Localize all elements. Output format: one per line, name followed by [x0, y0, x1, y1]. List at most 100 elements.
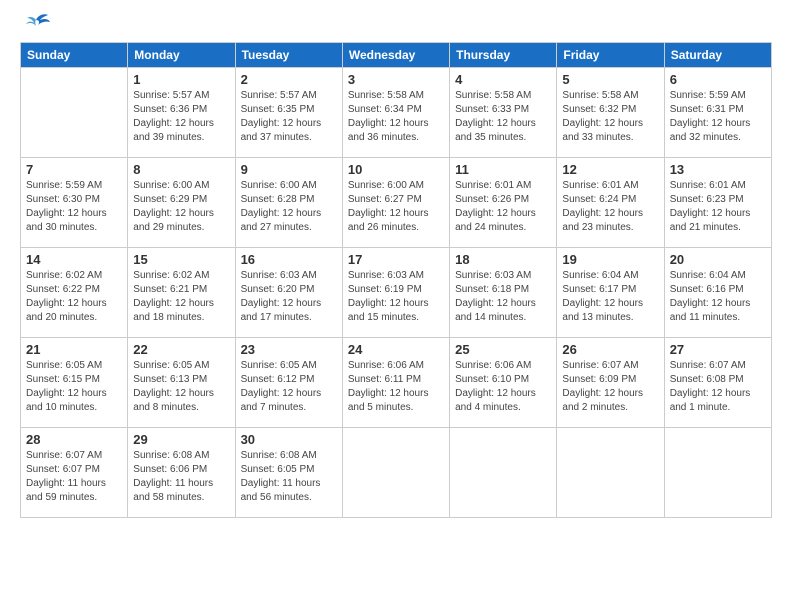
day-info: Sunrise: 6:00 AM Sunset: 6:29 PM Dayligh…: [133, 179, 229, 235]
day-info: Sunrise: 6:04 AM Sunset: 6:16 PM Dayligh…: [670, 269, 766, 325]
day-number: 28: [26, 432, 122, 447]
day-info: Sunrise: 6:06 AM Sunset: 6:11 PM Dayligh…: [348, 359, 444, 415]
day-number: 26: [562, 342, 658, 357]
day-number: 6: [670, 72, 766, 87]
calendar-cell: 1 Sunrise: 5:57 AM Sunset: 6:36 PM Daylig…: [128, 68, 235, 158]
day-info: Sunrise: 6:01 AM Sunset: 6:24 PM Dayligh…: [562, 179, 658, 235]
day-info: Sunrise: 6:05 AM Sunset: 6:13 PM Dayligh…: [133, 359, 229, 415]
calendar-week-row: 14 Sunrise: 6:02 AM Sunset: 6:22 PM Dayli…: [21, 248, 772, 338]
day-number: 4: [455, 72, 551, 87]
calendar-cell: 11 Sunrise: 6:01 AM Sunset: 6:26 PM Dayli…: [450, 158, 557, 248]
day-info: Sunrise: 6:01 AM Sunset: 6:23 PM Dayligh…: [670, 179, 766, 235]
day-number: 7: [26, 162, 122, 177]
day-number: 12: [562, 162, 658, 177]
day-number: 15: [133, 252, 229, 267]
day-info: Sunrise: 6:07 AM Sunset: 6:08 PM Dayligh…: [670, 359, 766, 415]
calendar-cell: 4 Sunrise: 5:58 AM Sunset: 6:33 PM Daylig…: [450, 68, 557, 158]
calendar-cell: 21 Sunrise: 6:05 AM Sunset: 6:15 PM Dayli…: [21, 338, 128, 428]
calendar-cell: 28 Sunrise: 6:07 AM Sunset: 6:07 PM Dayli…: [21, 428, 128, 518]
calendar-cell: 13 Sunrise: 6:01 AM Sunset: 6:23 PM Dayli…: [664, 158, 771, 248]
calendar-week-row: 28 Sunrise: 6:07 AM Sunset: 6:07 PM Dayli…: [21, 428, 772, 518]
day-info: Sunrise: 5:59 AM Sunset: 6:30 PM Dayligh…: [26, 179, 122, 235]
calendar-cell: [557, 428, 664, 518]
calendar-cell: 20 Sunrise: 6:04 AM Sunset: 6:16 PM Dayli…: [664, 248, 771, 338]
day-number: 13: [670, 162, 766, 177]
calendar-cell: 2Sunrise: 5:57 AM Sunset: 6:35 PM Daylig…: [235, 68, 342, 158]
day-info: Sunrise: 5:59 AM Sunset: 6:31 PM Dayligh…: [670, 89, 766, 145]
day-info: Sunrise: 6:05 AM Sunset: 6:12 PM Dayligh…: [241, 359, 337, 415]
calendar-cell: 27 Sunrise: 6:07 AM Sunset: 6:08 PM Dayli…: [664, 338, 771, 428]
day-number: 30: [241, 432, 337, 447]
calendar-cell: 25 Sunrise: 6:06 AM Sunset: 6:10 PM Dayli…: [450, 338, 557, 428]
calendar-cell: 6 Sunrise: 5:59 AM Sunset: 6:31 PM Daylig…: [664, 68, 771, 158]
day-info: Sunrise: 6:04 AM Sunset: 6:17 PM Dayligh…: [562, 269, 658, 325]
day-info: Sunrise: 6:03 AM Sunset: 6:18 PM Dayligh…: [455, 269, 551, 325]
weekday-header-monday: Monday: [128, 43, 235, 68]
day-number: 14: [26, 252, 122, 267]
calendar-cell: 18 Sunrise: 6:03 AM Sunset: 6:18 PM Dayli…: [450, 248, 557, 338]
calendar-week-row: 7 Sunrise: 5:59 AM Sunset: 6:30 PM Daylig…: [21, 158, 772, 248]
calendar-cell: 7 Sunrise: 5:59 AM Sunset: 6:30 PM Daylig…: [21, 158, 128, 248]
day-number: 23: [241, 342, 337, 357]
day-info: Sunrise: 5:58 AM Sunset: 6:33 PM Dayligh…: [455, 89, 551, 145]
day-number: 24: [348, 342, 444, 357]
calendar-cell: 8 Sunrise: 6:00 AM Sunset: 6:29 PM Daylig…: [128, 158, 235, 248]
logo-bird-icon: [22, 12, 50, 32]
calendar-cell: 24 Sunrise: 6:06 AM Sunset: 6:11 PM Dayli…: [342, 338, 449, 428]
day-info: Sunrise: 6:06 AM Sunset: 6:10 PM Dayligh…: [455, 359, 551, 415]
day-number: 17: [348, 252, 444, 267]
day-number: 5: [562, 72, 658, 87]
day-number: 10: [348, 162, 444, 177]
day-number: 20: [670, 252, 766, 267]
day-number: 9: [241, 162, 337, 177]
calendar-cell: 22Sunrise: 6:05 AM Sunset: 6:13 PM Dayli…: [128, 338, 235, 428]
day-number: 19: [562, 252, 658, 267]
calendar-week-row: 1 Sunrise: 5:57 AM Sunset: 6:36 PM Daylig…: [21, 68, 772, 158]
weekday-header-thursday: Thursday: [450, 43, 557, 68]
calendar-cell: 19 Sunrise: 6:04 AM Sunset: 6:17 PM Dayli…: [557, 248, 664, 338]
day-number: 1: [133, 72, 229, 87]
day-number: 29: [133, 432, 229, 447]
day-info: Sunrise: 6:02 AM Sunset: 6:21 PM Dayligh…: [133, 269, 229, 325]
calendar-cell: 29 Sunrise: 6:08 AM Sunset: 6:06 PM Dayli…: [128, 428, 235, 518]
day-info: Sunrise: 6:05 AM Sunset: 6:15 PM Dayligh…: [26, 359, 122, 415]
weekday-header-tuesday: Tuesday: [235, 43, 342, 68]
calendar-cell: [21, 68, 128, 158]
day-info: Sunrise: 6:08 AM Sunset: 6:06 PM Dayligh…: [133, 449, 229, 505]
calendar-cell: 9 Sunrise: 6:00 AM Sunset: 6:28 PM Daylig…: [235, 158, 342, 248]
day-number: 25: [455, 342, 551, 357]
day-info: Sunrise: 6:07 AM Sunset: 6:07 PM Dayligh…: [26, 449, 122, 505]
day-info: Sunrise: 6:00 AM Sunset: 6:27 PM Dayligh…: [348, 179, 444, 235]
day-info: Sunrise: 5:58 AM Sunset: 6:34 PM Dayligh…: [348, 89, 444, 145]
day-info: Sunrise: 6:07 AM Sunset: 6:09 PM Dayligh…: [562, 359, 658, 415]
day-number: 18: [455, 252, 551, 267]
weekday-header-friday: Friday: [557, 43, 664, 68]
day-info: Sunrise: 6:00 AM Sunset: 6:28 PM Dayligh…: [241, 179, 337, 235]
day-info: Sunrise: 6:01 AM Sunset: 6:26 PM Dayligh…: [455, 179, 551, 235]
calendar-cell: 14 Sunrise: 6:02 AM Sunset: 6:22 PM Dayli…: [21, 248, 128, 338]
day-info: Sunrise: 6:08 AM Sunset: 6:05 PM Dayligh…: [241, 449, 337, 505]
day-number: 27: [670, 342, 766, 357]
logo: [20, 20, 50, 32]
day-info: Sunrise: 6:02 AM Sunset: 6:22 PM Dayligh…: [26, 269, 122, 325]
weekday-header-sunday: Sunday: [21, 43, 128, 68]
calendar-cell: 3 Sunrise: 5:58 AM Sunset: 6:34 PM Daylig…: [342, 68, 449, 158]
calendar-cell: [342, 428, 449, 518]
calendar-cell: 30 Sunrise: 6:08 AM Sunset: 6:05 PM Dayli…: [235, 428, 342, 518]
day-number: 11: [455, 162, 551, 177]
day-number: 2: [241, 72, 337, 87]
day-number: 8: [133, 162, 229, 177]
calendar-cell: 23 Sunrise: 6:05 AM Sunset: 6:12 PM Dayli…: [235, 338, 342, 428]
calendar-cell: 15 Sunrise: 6:02 AM Sunset: 6:21 PM Dayli…: [128, 248, 235, 338]
calendar-cell: 17 Sunrise: 6:03 AM Sunset: 6:19 PM Dayli…: [342, 248, 449, 338]
day-info: Sunrise: 5:57 AM Sunset: 6:36 PM Dayligh…: [133, 89, 229, 145]
day-number: 21: [26, 342, 122, 357]
page-header: [20, 20, 772, 32]
calendar-cell: 10 Sunrise: 6:00 AM Sunset: 6:27 PM Dayli…: [342, 158, 449, 248]
day-info: Sunrise: 6:03 AM Sunset: 6:19 PM Dayligh…: [348, 269, 444, 325]
weekday-header-wednesday: Wednesday: [342, 43, 449, 68]
day-number: 3: [348, 72, 444, 87]
day-number: 16: [241, 252, 337, 267]
weekday-header-saturday: Saturday: [664, 43, 771, 68]
calendar-cell: 12 Sunrise: 6:01 AM Sunset: 6:24 PM Dayli…: [557, 158, 664, 248]
